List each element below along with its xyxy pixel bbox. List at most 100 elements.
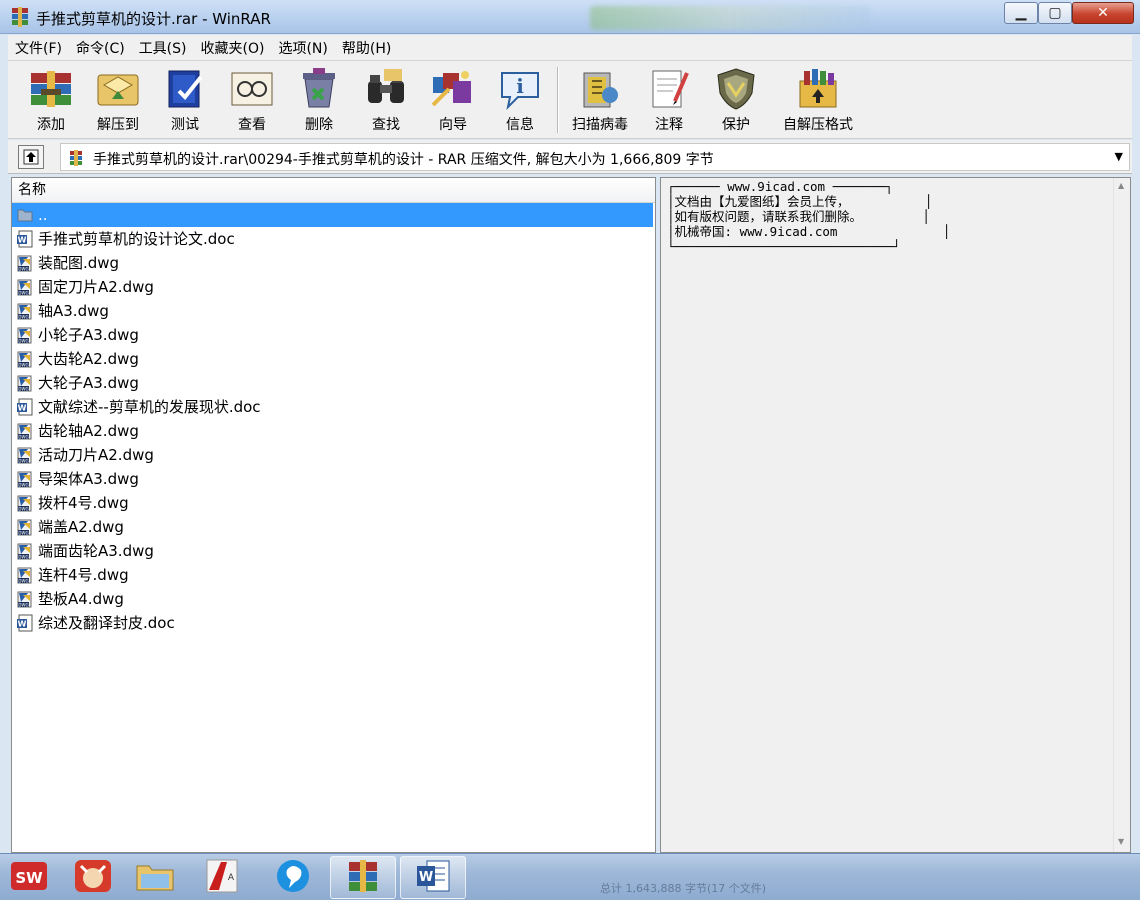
chevron-down-icon[interactable]: ▼ bbox=[1115, 150, 1123, 163]
svg-text:DWG: DWG bbox=[18, 458, 28, 463]
svg-text:DWG: DWG bbox=[18, 314, 28, 319]
up-arrow-icon bbox=[23, 149, 39, 165]
close-button[interactable]: ✕ bbox=[1072, 2, 1134, 24]
file-row[interactable]: DWG 活动刀片A2.dwg bbox=[12, 443, 655, 467]
maximize-button[interactable]: ▢ bbox=[1038, 2, 1072, 24]
toolbar-button-info[interactable]: i 信息 bbox=[487, 65, 553, 135]
toolbar-button-comment[interactable]: 注释 bbox=[634, 65, 704, 135]
menu-item-5[interactable]: 帮助(H) bbox=[335, 38, 398, 58]
file-name: 小轮子A3.dwg bbox=[38, 326, 139, 344]
column-header-name[interactable]: 名称 bbox=[12, 178, 655, 203]
file-row[interactable]: DWG 固定刀片A2.dwg bbox=[12, 275, 655, 299]
delete-icon bbox=[303, 68, 335, 108]
file-row[interactable]: W 文献综述--剪草机的发展现状.doc bbox=[12, 395, 655, 419]
minimize-button[interactable]: ▁ bbox=[1004, 2, 1038, 24]
file-name: 导架体A3.dwg bbox=[38, 470, 139, 488]
dwg-file-icon: DWG bbox=[16, 254, 34, 272]
taskbar-browser[interactable] bbox=[260, 856, 326, 899]
file-row[interactable]: W 综述及翻译封皮.doc bbox=[12, 611, 655, 635]
file-row[interactable]: DWG 齿轮轴A2.dwg bbox=[12, 419, 655, 443]
file-row[interactable]: DWG 轴A3.dwg bbox=[12, 299, 655, 323]
word-doc-icon: W bbox=[16, 230, 34, 248]
sfx-icon bbox=[799, 69, 837, 108]
toolbar-button-virus-scan[interactable]: 扫描病毒 bbox=[565, 65, 635, 135]
toolbar-button-test[interactable]: 测试 bbox=[152, 65, 218, 135]
file-row[interactable]: .. bbox=[12, 203, 653, 227]
menu-item-3[interactable]: 收藏夹(O) bbox=[194, 38, 272, 58]
file-row[interactable]: DWG 端面齿轮A3.dwg bbox=[12, 539, 655, 563]
close-icon: ✕ bbox=[1097, 5, 1109, 21]
address-path: 手推式剪草机的设计.rar\00294-手推式剪草机的设计 - RAR 压缩文件… bbox=[93, 152, 714, 168]
scroll-down-icon[interactable]: ▼ bbox=[1118, 837, 1124, 846]
up-folder-button[interactable] bbox=[18, 145, 44, 169]
svg-text:SW: SW bbox=[15, 869, 43, 887]
taskbar-bull-app[interactable] bbox=[60, 856, 126, 899]
toolbar-button-label: 测试 bbox=[171, 117, 199, 133]
toolbar-button-protect[interactable]: 保护 bbox=[701, 65, 771, 135]
taskbar-solidworks[interactable]: SW bbox=[0, 856, 62, 899]
toolbar-button-label: 解压到 bbox=[97, 117, 139, 133]
bull-app-icon bbox=[73, 858, 113, 898]
svg-text:DWG: DWG bbox=[18, 338, 28, 343]
menu-item-2[interactable]: 工具(S) bbox=[132, 38, 194, 58]
dwg-file-icon: DWG bbox=[16, 542, 34, 560]
dwg-file-icon: DWG bbox=[16, 350, 34, 368]
dwg-file-icon: DWG bbox=[16, 470, 34, 488]
taskbar-file-explorer[interactable] bbox=[122, 856, 188, 899]
toolbar-button-label: 保护 bbox=[722, 117, 750, 133]
toolbar-button-view[interactable]: 查看 bbox=[219, 65, 285, 135]
svg-text:A: A bbox=[228, 873, 235, 883]
file-row[interactable]: DWG 导架体A3.dwg bbox=[12, 467, 655, 491]
find-icon bbox=[368, 69, 404, 103]
file-name: 大轮子A3.dwg bbox=[38, 374, 139, 392]
file-row[interactable]: DWG 装配图.dwg bbox=[12, 251, 655, 275]
dwg-file-icon: DWG bbox=[16, 422, 34, 440]
extract-to-icon bbox=[97, 74, 139, 106]
toolbar-button-extract-to[interactable]: 解压到 bbox=[85, 65, 151, 135]
taskbar-word[interactable]: W bbox=[400, 856, 466, 899]
taskbar-winrar-task[interactable] bbox=[330, 856, 396, 899]
file-name: 大齿轮A2.dwg bbox=[38, 350, 139, 368]
file-row[interactable]: DWG 端盖A2.dwg bbox=[12, 515, 655, 539]
menu-item-4[interactable]: 选项(N) bbox=[271, 38, 334, 58]
toolbar-button-find[interactable]: 查找 bbox=[353, 65, 419, 135]
file-name: 端面齿轮A3.dwg bbox=[38, 542, 154, 560]
file-row[interactable]: DWG 大轮子A3.dwg bbox=[12, 371, 655, 395]
file-explorer-icon bbox=[135, 858, 175, 898]
minimize-icon: ▁ bbox=[1015, 5, 1027, 21]
winrar-icon[interactable] bbox=[10, 7, 30, 27]
file-row[interactable]: DWG 小轮子A3.dwg bbox=[12, 323, 655, 347]
address-bar: 手推式剪草机的设计.rar\00294-手推式剪草机的设计 - RAR 压缩文件… bbox=[8, 140, 1132, 174]
dwg-file-icon: DWG bbox=[16, 326, 34, 344]
comment-pane: ┌────── www.9icad.com ───────┐ │文档由【九爱图纸… bbox=[660, 177, 1131, 853]
toolbar-separator bbox=[557, 67, 559, 133]
svg-text:i: i bbox=[516, 74, 524, 98]
dwg-file-icon: DWG bbox=[16, 302, 34, 320]
file-name: 文献综述--剪草机的发展现状.doc bbox=[38, 398, 261, 416]
svg-text:DWG: DWG bbox=[18, 482, 28, 487]
taskbar-autocad[interactable]: A bbox=[190, 856, 256, 899]
file-row[interactable]: W 手推式剪草机的设计论文.doc bbox=[12, 227, 655, 251]
comment-scrollbar[interactable]: ▲ ▼ bbox=[1113, 178, 1130, 852]
file-name: 连杆4号.dwg bbox=[38, 566, 129, 584]
menu-item-0[interactable]: 文件(F) bbox=[8, 38, 69, 58]
toolbar-button-add-archive[interactable]: 添加 bbox=[18, 65, 84, 135]
dwg-file-icon: DWG bbox=[16, 494, 34, 512]
comment-icon bbox=[652, 70, 689, 108]
file-name: 轴A3.dwg bbox=[38, 302, 109, 320]
scroll-up-icon[interactable]: ▲ bbox=[1118, 181, 1124, 190]
toolbar-button-wizard[interactable]: 向导 bbox=[420, 65, 486, 135]
svg-text:W: W bbox=[18, 404, 27, 413]
menu-item-1[interactable]: 命令(C) bbox=[69, 38, 132, 58]
view-icon bbox=[231, 72, 273, 106]
file-row[interactable]: DWG 垫板A4.dwg bbox=[12, 587, 655, 611]
file-row[interactable]: DWG 连杆4号.dwg bbox=[12, 563, 655, 587]
toolbar-button-label: 查看 bbox=[238, 117, 266, 133]
winrar-task-icon bbox=[343, 858, 383, 898]
toolbar-button-delete[interactable]: 删除 bbox=[286, 65, 352, 135]
toolbar-button-sfx[interactable]: 自解压格式 bbox=[773, 65, 863, 135]
file-row[interactable]: DWG 拨杆4号.dwg bbox=[12, 491, 655, 515]
toolbar-button-label: 扫描病毒 bbox=[572, 117, 628, 133]
file-row[interactable]: DWG 大齿轮A2.dwg bbox=[12, 347, 655, 371]
address-field[interactable]: 手推式剪草机的设计.rar\00294-手推式剪草机的设计 - RAR 压缩文件… bbox=[60, 143, 1130, 171]
